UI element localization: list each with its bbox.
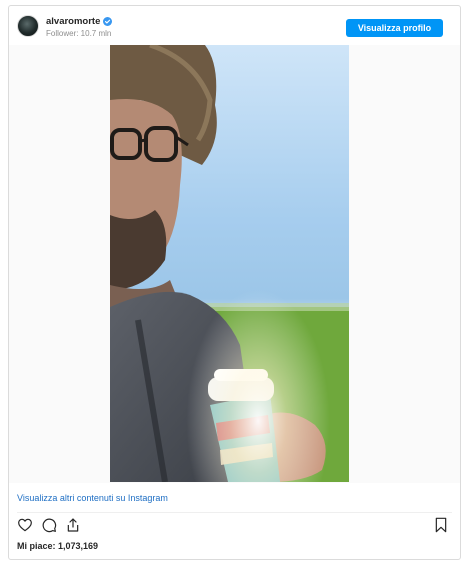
view-more-link[interactable]: Visualizza altri contenuti su Instagram	[17, 492, 168, 504]
verified-badge-icon	[103, 17, 113, 26]
view-profile-button[interactable]: Visualizza profilo	[346, 19, 443, 37]
action-bar	[17, 517, 81, 535]
follower-count: Follower: 10.7 mln	[46, 29, 112, 38]
bookmark-icon[interactable]	[434, 517, 448, 533]
media-area[interactable]	[9, 45, 460, 483]
avatar[interactable]	[17, 15, 39, 37]
share-icon[interactable]	[65, 517, 81, 533]
post-header: alvaromorte Follower: 10.7 mln Visualizz…	[9, 6, 460, 44]
photo-illustration	[110, 45, 349, 482]
username[interactable]: alvaromorte	[46, 16, 100, 27]
heart-icon[interactable]	[17, 517, 33, 533]
divider	[17, 512, 452, 513]
user-block: alvaromorte Follower: 10.7 mln	[46, 16, 113, 40]
username-row: alvaromorte	[46, 16, 113, 27]
comment-bubble-icon[interactable]	[41, 517, 57, 533]
instagram-embed: alvaromorte Follower: 10.7 mln Visualizz…	[8, 5, 461, 560]
like-count: Mi piace: 1,073,169	[17, 541, 99, 551]
post-photo[interactable]	[110, 45, 349, 482]
